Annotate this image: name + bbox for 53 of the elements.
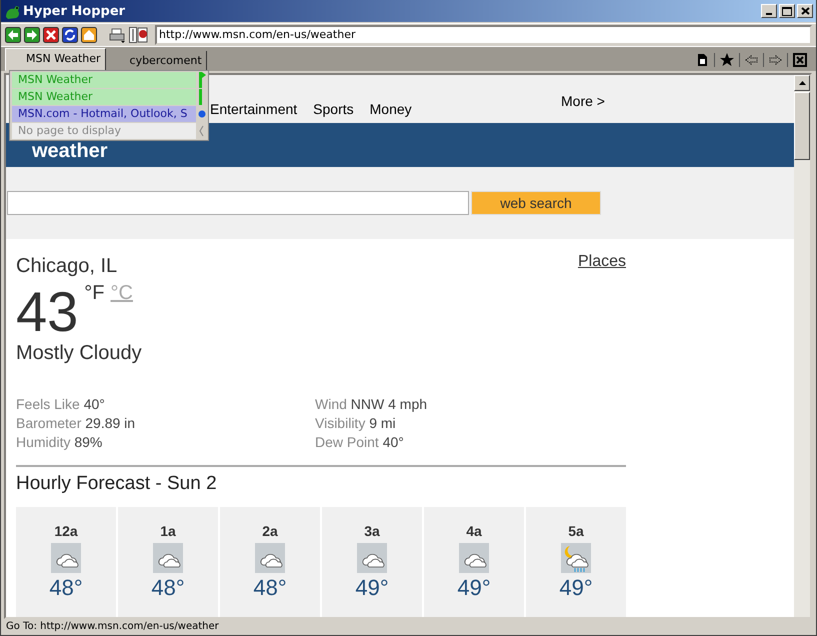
close-button[interactable]	[797, 4, 813, 18]
forecast-time: 12a	[54, 523, 78, 539]
section-heading: Hourly Forecast - Sun 2	[16, 473, 218, 495]
weather-detail: Visibility 9 mi	[315, 414, 397, 433]
close-icon	[800, 7, 810, 15]
printer-icon[interactable]	[109, 27, 126, 43]
location-name: Chicago, IL	[16, 255, 118, 278]
maximize-icon	[782, 6, 792, 16]
home-icon[interactable]	[81, 27, 97, 43]
minimize-button[interactable]	[761, 4, 777, 18]
scroll-up-button[interactable]	[794, 75, 810, 91]
status-text: Go To: http://www.msn.com/en-us/weather	[5, 620, 220, 634]
nav-link[interactable]: Entertainment	[210, 101, 298, 117]
history-item[interactable]: MSN.com - Hotmail, Outlook, S	[12, 106, 196, 122]
forecast-time: 2a	[262, 523, 278, 539]
forecast-time: 4a	[466, 523, 482, 539]
forecast-time: 5a	[568, 523, 584, 539]
places-link[interactable]: Places	[578, 253, 626, 271]
stop-icon[interactable]	[43, 27, 59, 43]
minimize-icon	[766, 13, 772, 15]
refresh-icon[interactable]	[62, 27, 78, 43]
section-title: weather	[32, 141, 108, 161]
maximize-button[interactable]	[779, 4, 795, 18]
fahrenheit-unit[interactable]: °F	[84, 282, 105, 305]
forecast-temperature: 48°	[151, 575, 185, 601]
history-marker-icon	[197, 72, 207, 88]
forecast-time: 1a	[160, 523, 176, 539]
search-field[interactable]	[7, 191, 469, 215]
browser-tab[interactable]: MSN Weather	[5, 48, 106, 71]
address-field[interactable]: http://www.msn.com/en-us/weather	[155, 25, 812, 45]
weather-detail: Humidity 89%	[16, 433, 104, 452]
forecast-temperature: 49°	[457, 575, 491, 601]
nav-link[interactable]: Money	[370, 101, 412, 117]
search-button[interactable]: web search	[471, 191, 601, 215]
weather-detail: Feels Like 40°	[16, 395, 106, 414]
nav-link[interactable]: Sports	[313, 101, 354, 117]
current-temperature: 43	[16, 284, 78, 340]
weather-detail: Dew Point 40°	[315, 433, 405, 452]
forward-icon[interactable]	[24, 27, 40, 43]
forecast-temperature: 48°	[253, 575, 287, 601]
scrollbar-thumb[interactable]	[794, 92, 810, 160]
more-link[interactable]: More >	[561, 93, 605, 109]
weather-condition: Mostly Cloudy	[16, 342, 143, 365]
window-title: Hyper Hopper	[23, 4, 126, 18]
forecast-temperature: 49°	[355, 575, 389, 601]
back-icon[interactable]	[5, 27, 21, 43]
weather-detail: Wind NNW 4 mph	[315, 395, 428, 414]
weather-detail: Barometer 29.89 in	[16, 414, 136, 433]
forecast-temperature: 48°	[49, 575, 83, 601]
forecast-time: 3a	[364, 523, 380, 539]
panel-toggle-icon[interactable]	[129, 27, 148, 43]
up-arrow-icon	[798, 80, 806, 86]
forecast-temperature: 49°	[559, 575, 593, 601]
